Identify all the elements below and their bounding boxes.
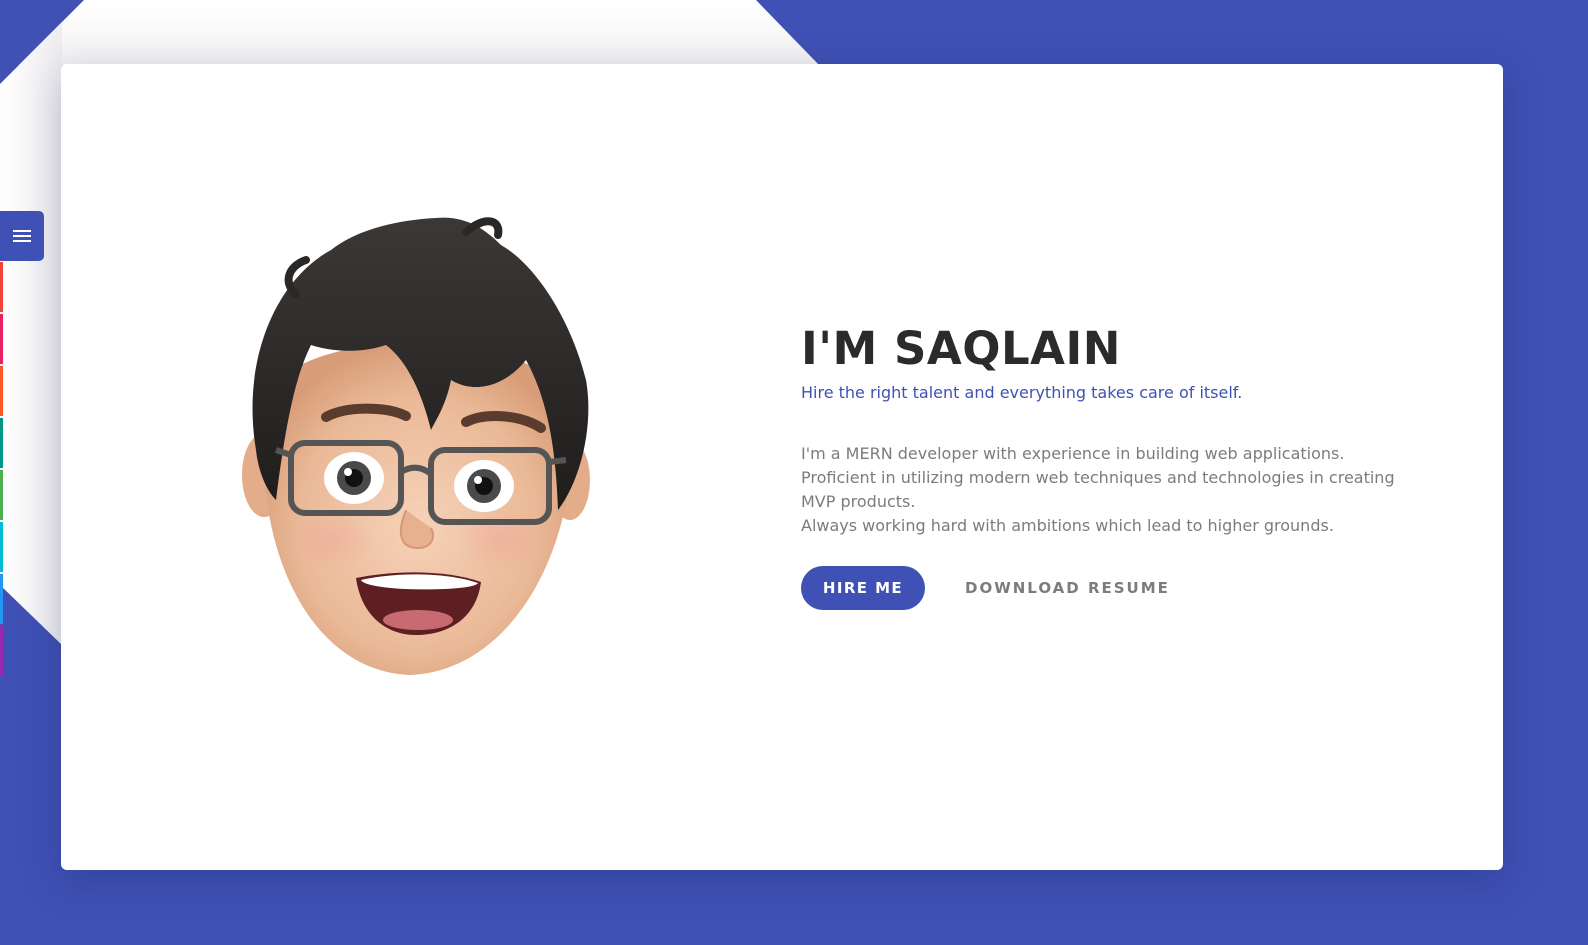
hire-me-button[interactable]: HIRE ME <box>801 566 925 610</box>
color-swatch[interactable] <box>0 574 3 624</box>
color-swatch[interactable] <box>0 678 3 728</box>
hero-content: I'M SAQLAIN Hire the right talent and ev… <box>801 322 1421 610</box>
color-swatch[interactable] <box>0 314 3 364</box>
color-swatch[interactable] <box>0 418 3 468</box>
description-line: Always working hard with ambitions which… <box>801 516 1334 535</box>
description-line: I'm a MERN developer with experience in … <box>801 444 1345 463</box>
hero-actions: HIRE ME DOWNLOAD RESUME <box>801 566 1421 610</box>
color-swatch[interactable] <box>0 522 3 572</box>
hero-description: I'm a MERN developer with experience in … <box>801 442 1421 538</box>
hero-tagline: Hire the right talent and everything tak… <box>801 383 1243 402</box>
hero-title: I'M SAQLAIN <box>801 322 1121 375</box>
menu-toggle-button[interactable] <box>0 211 44 261</box>
backdrop-top-shape <box>0 0 820 66</box>
color-swatch[interactable] <box>0 366 3 416</box>
download-resume-button[interactable]: DOWNLOAD RESUME <box>965 579 1170 597</box>
color-swatch-list <box>0 262 4 730</box>
hamburger-menu-icon <box>13 230 31 242</box>
color-swatch[interactable] <box>0 626 3 676</box>
memoji-avatar <box>242 217 590 675</box>
color-swatch[interactable] <box>0 470 3 520</box>
backdrop-left-shape <box>0 22 62 645</box>
description-line: Proficient in utilizing modern web techn… <box>801 468 1395 511</box>
color-swatch[interactable] <box>0 262 3 312</box>
